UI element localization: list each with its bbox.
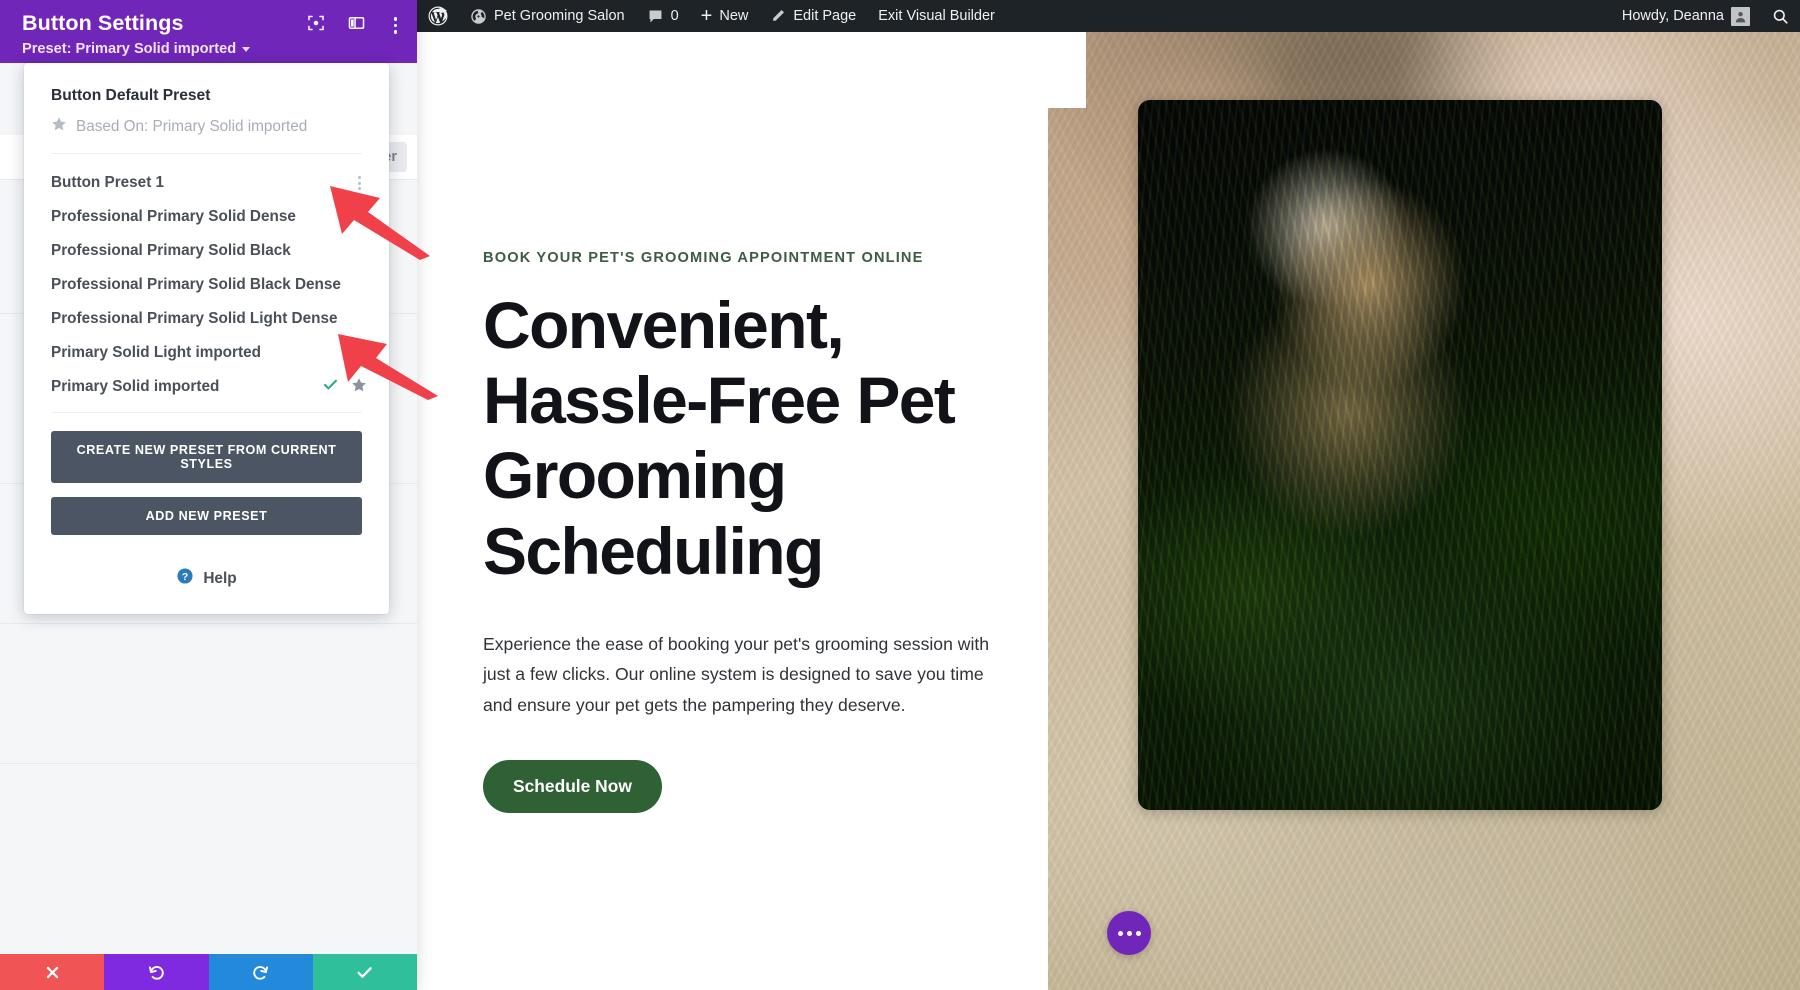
search-icon bbox=[1772, 8, 1789, 25]
preset-item-label: Primary Solid imported bbox=[51, 378, 220, 395]
preset-item-kebab-menu-icon[interactable] bbox=[352, 174, 367, 192]
preset-item-label: Professional Primary Solid Black Dense bbox=[51, 276, 341, 293]
ellipsis-icon-dot bbox=[1135, 930, 1141, 936]
new-content-menu[interactable]: + New bbox=[690, 0, 760, 32]
panel-footer-actions bbox=[0, 954, 417, 990]
edit-page-menu[interactable]: Edit Page bbox=[759, 0, 867, 32]
site-name-label: Pet Grooming Salon bbox=[494, 8, 625, 24]
site-name-menu[interactable]: Pet Grooming Salon bbox=[459, 0, 636, 32]
preset-selector-label: Preset: Primary Solid imported bbox=[22, 40, 237, 57]
preset-item-label: Professional Primary Solid Dense bbox=[51, 208, 296, 225]
default-preset-basedon: Based On: Primary Solid imported bbox=[51, 116, 362, 137]
panel-divider bbox=[0, 763, 417, 764]
pencil-icon bbox=[770, 8, 786, 24]
exit-visual-builder-menu[interactable]: Exit Visual Builder bbox=[867, 0, 1006, 32]
default-preset-block[interactable]: Button Default Preset Based On: Primary … bbox=[24, 63, 389, 153]
check-icon bbox=[355, 963, 374, 982]
preset-list: Button Preset 1 Professional Primary Sol… bbox=[24, 154, 389, 412]
add-new-preset-button[interactable]: ADD NEW PRESET bbox=[51, 497, 362, 535]
default-preset-basedon-label: Based On: Primary Solid imported bbox=[76, 117, 308, 135]
check-icon bbox=[322, 376, 339, 398]
undo-button[interactable] bbox=[104, 954, 209, 990]
ellipsis-icon-dot bbox=[1117, 930, 1123, 936]
preset-list-item[interactable]: Button Preset 1 bbox=[24, 166, 389, 200]
visual-builder-canvas: BOOK YOUR PET'S GROOMING APPOINTMENT ONL… bbox=[417, 32, 1800, 990]
close-icon bbox=[44, 964, 61, 981]
star-icon bbox=[51, 116, 67, 137]
preset-item-label: Button Preset 1 bbox=[51, 174, 165, 191]
preset-selector-toggle[interactable]: Preset: Primary Solid imported bbox=[22, 40, 251, 57]
save-button[interactable] bbox=[312, 954, 417, 990]
hero-eyebrow: BOOK YOUR PET'S GROOMING APPOINTMENT ONL… bbox=[483, 250, 924, 266]
page-settings-fab-button[interactable] bbox=[1107, 911, 1151, 955]
comments-count: 0 bbox=[670, 8, 679, 24]
schedule-now-button[interactable]: Schedule Now bbox=[483, 760, 662, 814]
background-notch bbox=[1048, 32, 1086, 108]
button-settings-panel: er Button Settings Preset: Primary Solid… bbox=[0, 0, 417, 990]
hero-cat-photo bbox=[1138, 100, 1662, 810]
preset-list-item[interactable]: Professional Primary Solid Black Dense bbox=[24, 268, 389, 302]
howdy-label: Howdy, Deanna bbox=[1621, 8, 1724, 24]
screen: BOOK YOUR PET'S GROOMING APPOINTMENT ONL… bbox=[0, 0, 1800, 990]
wordpress-logo-icon bbox=[428, 6, 448, 26]
comments-menu[interactable]: 0 bbox=[636, 0, 690, 32]
avatar bbox=[1731, 6, 1750, 26]
svg-text:?: ? bbox=[182, 572, 188, 583]
hero-paragraph: Experience the ease of booking your pet'… bbox=[483, 633, 990, 715]
hero-heading: Convenient, Hassle-Free Pet Grooming Sch… bbox=[483, 288, 956, 588]
focus-target-icon[interactable] bbox=[307, 14, 325, 37]
preset-list-item[interactable]: Professional Primary Solid Dense bbox=[24, 200, 389, 234]
search-button[interactable] bbox=[1761, 0, 1800, 32]
help-link[interactable]: ? Help bbox=[24, 555, 389, 608]
wp-logo-menu[interactable] bbox=[417, 0, 459, 32]
edit-page-label: Edit Page bbox=[793, 8, 857, 24]
account-menu[interactable]: Howdy, Deanna bbox=[1611, 0, 1761, 32]
hero-section: BOOK YOUR PET'S GROOMING APPOINTMENT ONL… bbox=[483, 32, 1043, 814]
preset-item-actions bbox=[322, 376, 367, 398]
preset-item-label: Professional Primary Solid Light Dense bbox=[51, 310, 338, 327]
plus-icon: + bbox=[700, 5, 713, 27]
preset-item-label: Professional Primary Solid Black bbox=[51, 242, 291, 259]
new-label: New bbox=[719, 8, 749, 24]
preset-list-item[interactable]: Primary Solid Light imported bbox=[24, 336, 389, 370]
preset-dropdown: Button Default Preset Based On: Primary … bbox=[24, 63, 389, 614]
preset-list-item-active[interactable]: Primary Solid imported bbox=[24, 370, 389, 404]
panel-header: Button Settings Preset: Primary Solid im… bbox=[0, 0, 417, 63]
star-icon[interactable] bbox=[351, 377, 367, 398]
preset-item-label: Primary Solid Light imported bbox=[51, 344, 261, 361]
preset-list-item[interactable]: Professional Primary Solid Light Dense bbox=[24, 302, 389, 336]
ellipsis-icon-dot bbox=[1126, 930, 1132, 936]
cancel-changes-button[interactable] bbox=[0, 954, 105, 990]
panel-kebab-menu-icon[interactable] bbox=[388, 15, 404, 36]
undo-icon bbox=[147, 963, 166, 982]
dropdown-actions: CREATE NEW PRESET FROM CURRENT STYLES AD… bbox=[24, 413, 389, 555]
panel-header-icons bbox=[307, 14, 404, 37]
default-preset-title: Button Default Preset bbox=[51, 87, 211, 104]
panel-divider bbox=[0, 623, 417, 624]
preset-list-item[interactable]: Professional Primary Solid Black bbox=[24, 234, 389, 268]
chevron-down-icon bbox=[242, 47, 251, 53]
exit-visual-builder-label: Exit Visual Builder bbox=[878, 8, 995, 24]
wp-admin-bar: Pet Grooming Salon 0 + New Edit Page Exi bbox=[417, 0, 1800, 32]
help-circle-icon: ? bbox=[176, 567, 194, 590]
help-label: Help bbox=[203, 569, 237, 587]
redo-button[interactable] bbox=[208, 954, 313, 990]
redo-icon bbox=[251, 963, 270, 982]
create-new-preset-button[interactable]: CREATE NEW PRESET FROM CURRENT STYLES bbox=[51, 431, 362, 483]
comment-bubble-icon bbox=[647, 8, 664, 25]
layout-columns-icon[interactable] bbox=[347, 14, 366, 37]
dashboard-home-icon bbox=[470, 8, 487, 25]
preset-item-actions bbox=[352, 174, 367, 192]
